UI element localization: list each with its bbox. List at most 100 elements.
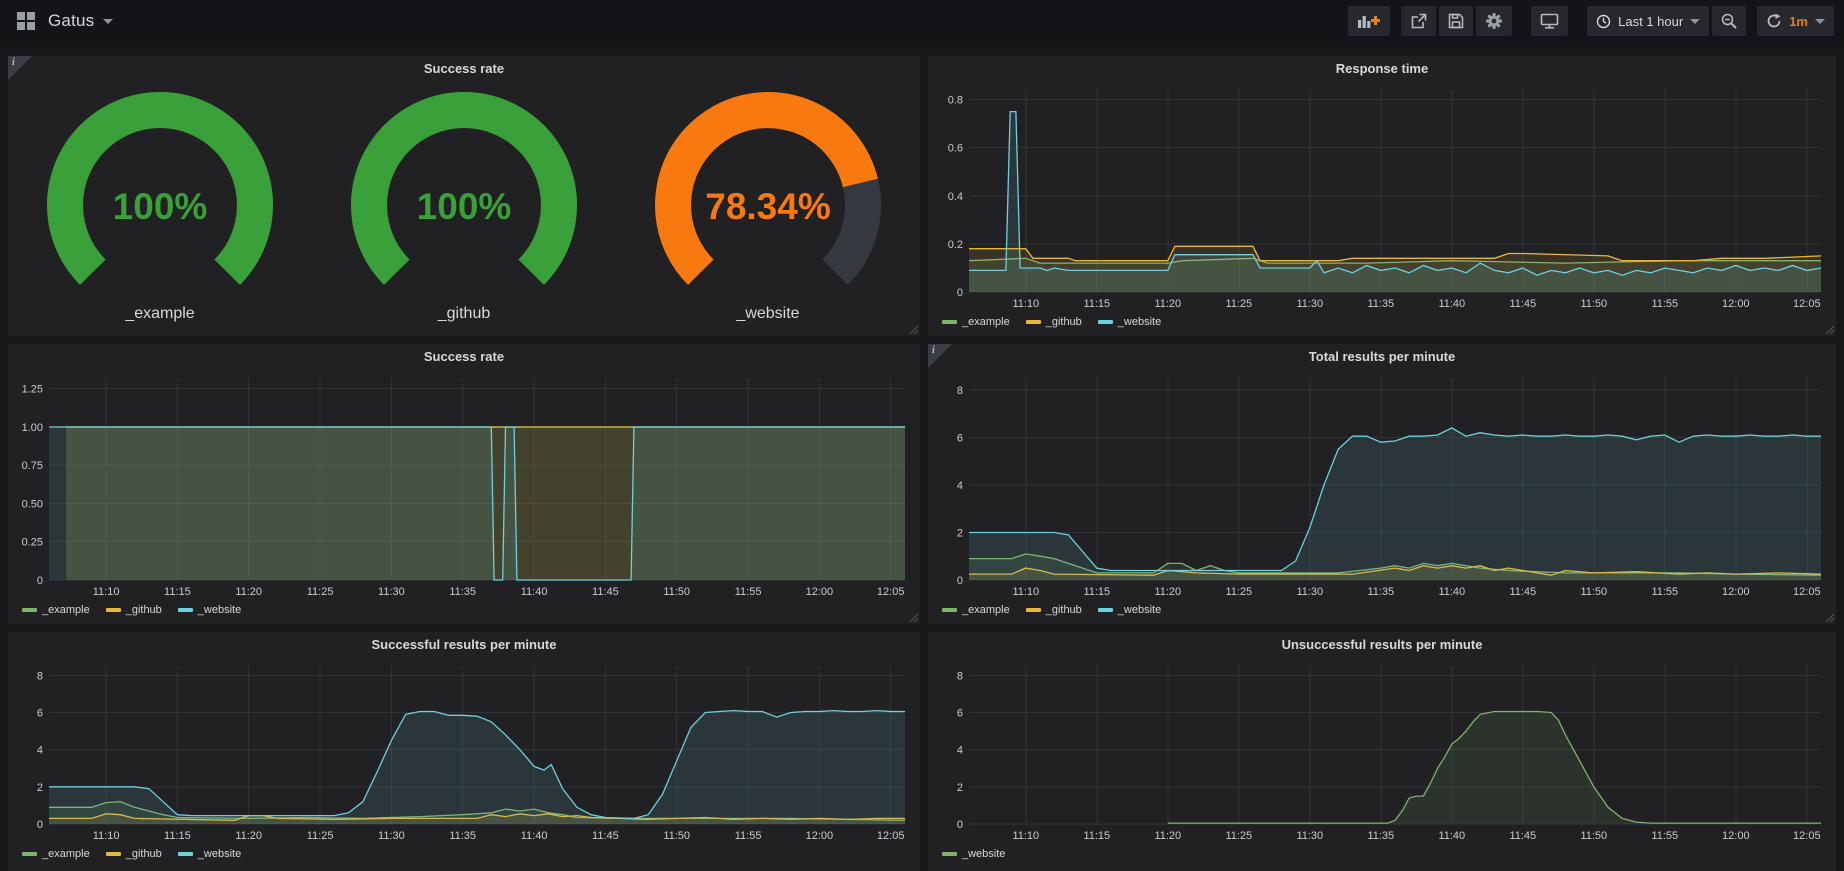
svg-text:11:45: 11:45 [1509, 586, 1536, 598]
svg-text:11:55: 11:55 [1651, 830, 1678, 842]
svg-text:11:30: 11:30 [378, 586, 405, 598]
legend-label: _example [962, 604, 1010, 616]
svg-text:0: 0 [957, 819, 963, 831]
legend-swatch [178, 608, 193, 612]
success-rate-chart[interactable]: 00.250.500.751.001.2511:1011:1511:2011:2… [15, 370, 913, 600]
svg-text:11:50: 11:50 [663, 586, 690, 598]
legend-item_github[interactable]: _github [1026, 604, 1082, 616]
legend-label: _website [198, 604, 241, 616]
legend-item_website[interactable]: _website [1098, 316, 1161, 328]
grid-logo-icon[interactable] [16, 11, 36, 31]
svg-text:11:50: 11:50 [1580, 586, 1607, 598]
svg-text:11:25: 11:25 [1225, 298, 1252, 310]
svg-text:11:20: 11:20 [235, 830, 262, 842]
clock-icon [1596, 14, 1611, 29]
svg-text:12:05: 12:05 [877, 586, 905, 598]
legend-label: _website [962, 848, 1005, 860]
legend-label: _website [1118, 604, 1161, 616]
legend-item_github[interactable]: _github [106, 848, 162, 860]
time-range-picker[interactable]: Last 1 hour [1587, 6, 1709, 36]
legend-label: _github [126, 604, 162, 616]
svg-text:11:40: 11:40 [521, 830, 548, 842]
svg-text:11:15: 11:15 [1083, 586, 1110, 598]
zoom-out-button[interactable] [1712, 6, 1746, 36]
add-panel-button[interactable] [1348, 6, 1390, 36]
panel-response-time: Response time 00.20.40.60.811:1011:1511:… [928, 56, 1836, 336]
svg-text:11:35: 11:35 [1367, 298, 1394, 310]
legend-item_example[interactable]: _example [942, 316, 1010, 328]
tv-mode-button[interactable] [1531, 6, 1568, 36]
refresh-icon [1766, 13, 1782, 29]
gear-icon [1485, 12, 1503, 30]
svg-text:11:55: 11:55 [735, 830, 762, 842]
legend-item_example[interactable]: _example [942, 604, 1010, 616]
toolbar: Last 1 hour 1m [1345, 6, 1834, 36]
legend-label: _example [42, 848, 90, 860]
svg-text:11:55: 11:55 [1651, 586, 1678, 598]
panel-title[interactable]: Success rate [8, 344, 920, 370]
legend-label: _github [1046, 316, 1082, 328]
resize-handle-icon[interactable] [1826, 326, 1834, 334]
panel-success-rate-gauges: i Success rate 100% _example 100% _githu… [8, 56, 920, 336]
unsuccessful-results-chart[interactable]: 0246811:1011:1511:2011:2511:3011:3511:40… [935, 658, 1829, 844]
svg-text:0.8: 0.8 [948, 95, 963, 107]
panel-title[interactable]: Response time [928, 56, 1836, 82]
legend-item_website[interactable]: _website [178, 848, 241, 860]
zoom-out-icon [1721, 13, 1737, 29]
caret-down-icon [1690, 19, 1700, 24]
caret-down-icon [103, 19, 113, 24]
svg-text:11:35: 11:35 [1367, 830, 1394, 842]
svg-text:12:05: 12:05 [1793, 586, 1821, 598]
svg-text:11:40: 11:40 [521, 586, 548, 598]
svg-text:11:10: 11:10 [1012, 298, 1039, 310]
svg-text:11:40: 11:40 [1438, 586, 1465, 598]
gauge-label: _github [314, 305, 614, 323]
panel-title[interactable]: Successful results per minute [8, 632, 920, 658]
panel-title[interactable]: Total results per minute [928, 344, 1836, 370]
panel-title[interactable]: Unsuccessful results per minute [928, 632, 1836, 658]
total-results-chart[interactable]: 0246811:1011:1511:2011:2511:3011:3511:40… [935, 370, 1829, 600]
legend-item_example[interactable]: _example [22, 848, 90, 860]
legend-item_github[interactable]: _github [106, 604, 162, 616]
svg-text:8: 8 [37, 670, 43, 682]
refresh-picker[interactable]: 1m [1757, 6, 1834, 36]
gauge-label: _example [10, 305, 310, 323]
gauge-example: 100% _example [10, 86, 310, 323]
info-corner-icon[interactable]: i [928, 344, 952, 368]
svg-text:11:40: 11:40 [1438, 830, 1465, 842]
legend-label: _github [1046, 604, 1082, 616]
svg-text:1.25: 1.25 [22, 384, 43, 396]
legend-item_website[interactable]: _website [178, 604, 241, 616]
chart-legend: _example _github _website [928, 312, 1836, 328]
info-corner-icon[interactable]: i [8, 56, 32, 80]
legend-item_website[interactable]: _website [1098, 604, 1161, 616]
resize-handle-icon[interactable] [1826, 614, 1834, 622]
share-button[interactable] [1401, 6, 1436, 36]
dashboard-title-dropdown[interactable]: Gatus [48, 11, 113, 31]
svg-text:0.75: 0.75 [22, 460, 43, 472]
svg-text:11:55: 11:55 [1651, 298, 1678, 310]
svg-text:2: 2 [37, 782, 43, 794]
legend-item_website[interactable]: _website [942, 848, 1005, 860]
legend-label: _example [42, 604, 90, 616]
gauge-row: 100% _example 100% _github 78.34% _websi… [8, 82, 920, 323]
svg-text:0.2: 0.2 [948, 239, 963, 251]
svg-text:11:25: 11:25 [1225, 830, 1252, 842]
settings-button[interactable] [1476, 6, 1512, 36]
response-time-chart[interactable]: 00.20.40.60.811:1011:1511:2011:2511:3011… [935, 82, 1829, 312]
svg-text:6: 6 [37, 708, 43, 720]
legend-item_example[interactable]: _example [22, 604, 90, 616]
svg-text:11:20: 11:20 [235, 586, 262, 598]
svg-text:0: 0 [957, 287, 963, 299]
svg-text:12:05: 12:05 [1793, 298, 1821, 310]
svg-text:11:10: 11:10 [1012, 586, 1039, 598]
svg-text:11:15: 11:15 [164, 586, 191, 598]
resize-handle-icon[interactable] [910, 326, 918, 334]
add-panel-icon [1357, 13, 1381, 29]
save-button[interactable] [1439, 6, 1473, 36]
resize-handle-icon[interactable] [910, 614, 918, 622]
panel-title[interactable]: Success rate [8, 56, 920, 82]
successful-results-chart[interactable]: 0246811:1011:1511:2011:2511:3011:3511:40… [15, 658, 913, 844]
svg-text:11:45: 11:45 [1509, 830, 1536, 842]
legend-item_github[interactable]: _github [1026, 316, 1082, 328]
